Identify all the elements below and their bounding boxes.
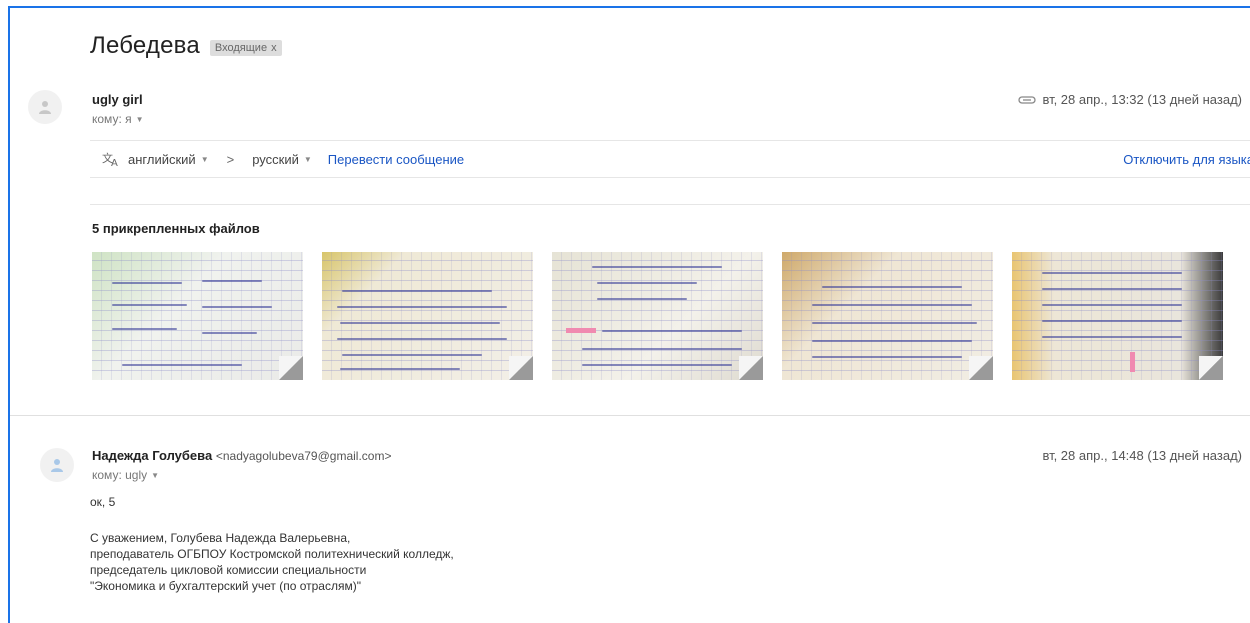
attachment-thumbnail[interactable]	[782, 252, 993, 380]
divider	[90, 204, 1250, 205]
sender-name[interactable]: Надежда Голубева	[92, 448, 212, 463]
translate-message-link[interactable]: Перевести сообщение	[328, 152, 464, 167]
attachments-title: 5 прикрепленных файлов	[92, 221, 260, 236]
sender-avatar[interactable]	[40, 448, 74, 482]
source-language-select[interactable]: английский ▼	[128, 152, 209, 167]
person-icon	[51, 459, 63, 472]
label-text: Входящие	[214, 41, 268, 54]
recipient-text: кому: я	[92, 112, 132, 126]
message-divider	[10, 415, 1250, 416]
remove-label-icon[interactable]: x	[271, 42, 277, 54]
chevron-down-icon[interactable]: ▼	[136, 115, 144, 124]
message-date: вт, 28 апр., 13:32 (13 дней назад)	[1018, 92, 1242, 107]
recipient-line[interactable]: кому: ugly ▼	[92, 468, 159, 482]
sender-name[interactable]: ugly girl	[92, 92, 143, 107]
subject-title: Лебедева	[90, 32, 200, 59]
email-thread-view: Лебедева Входящие x ugly girl кому: я ▼ …	[8, 6, 1250, 623]
chevron-down-icon: ▼	[303, 154, 312, 164]
message-body-first-line: ок, 5	[90, 495, 116, 509]
target-language: русский	[252, 151, 299, 167]
svg-text:A: A	[111, 158, 118, 167]
attachment-thumbnail[interactable]	[1012, 252, 1223, 380]
disable-for-language-link[interactable]: Отключить для языка	[1123, 152, 1250, 167]
translate-bar: 文 A английский ▼ > русский ▼ Перевести с…	[90, 140, 1250, 178]
chevron-down-icon: ▼	[200, 154, 209, 164]
signature-line: С уважением, Голубева Надежда Валерьевна…	[90, 531, 351, 545]
source-language: английский	[128, 151, 196, 167]
chevron-down-icon[interactable]: ▼	[151, 471, 159, 480]
message-date: вт, 28 апр., 14:48 (13 дней назад)	[1042, 448, 1242, 463]
date-text[interactable]: вт, 28 апр., 13:32 (13 дней назад)	[1042, 92, 1242, 107]
target-language-select[interactable]: русский ▼	[252, 152, 312, 167]
attachment-thumbnail[interactable]	[322, 252, 533, 380]
sender-email: <nadyagolubeva79@gmail.com>	[215, 449, 392, 463]
arrow-right-icon: >	[226, 151, 235, 167]
sender-avatar[interactable]	[28, 90, 62, 124]
recipient-line[interactable]: кому: я ▼	[92, 112, 144, 126]
inbox-label-chip[interactable]: Входящие x	[209, 39, 282, 56]
attachments-list	[92, 252, 1223, 380]
attachment-thumbnail[interactable]	[92, 252, 303, 380]
sender-line[interactable]: Надежда Голубева <nadyagolubeva79@gmail.…	[92, 448, 391, 463]
subject-row: Лебедева Входящие x	[90, 32, 282, 60]
signature-line: "Экономика и бухгалтерский учет (по отра…	[90, 579, 361, 593]
person-icon	[39, 101, 51, 114]
signature-line: преподаватель ОГБПОУ Костромской политех…	[90, 547, 454, 561]
date-text[interactable]: вт, 28 апр., 14:48 (13 дней назад)	[1042, 448, 1242, 463]
paperclip-icon	[1018, 95, 1037, 104]
translate-icon: 文 A	[102, 151, 118, 167]
recipient-text: кому: ugly	[92, 468, 148, 482]
signature-line: председатель цикловой комиссии специальн…	[90, 563, 367, 577]
attachment-thumbnail[interactable]	[552, 252, 763, 380]
